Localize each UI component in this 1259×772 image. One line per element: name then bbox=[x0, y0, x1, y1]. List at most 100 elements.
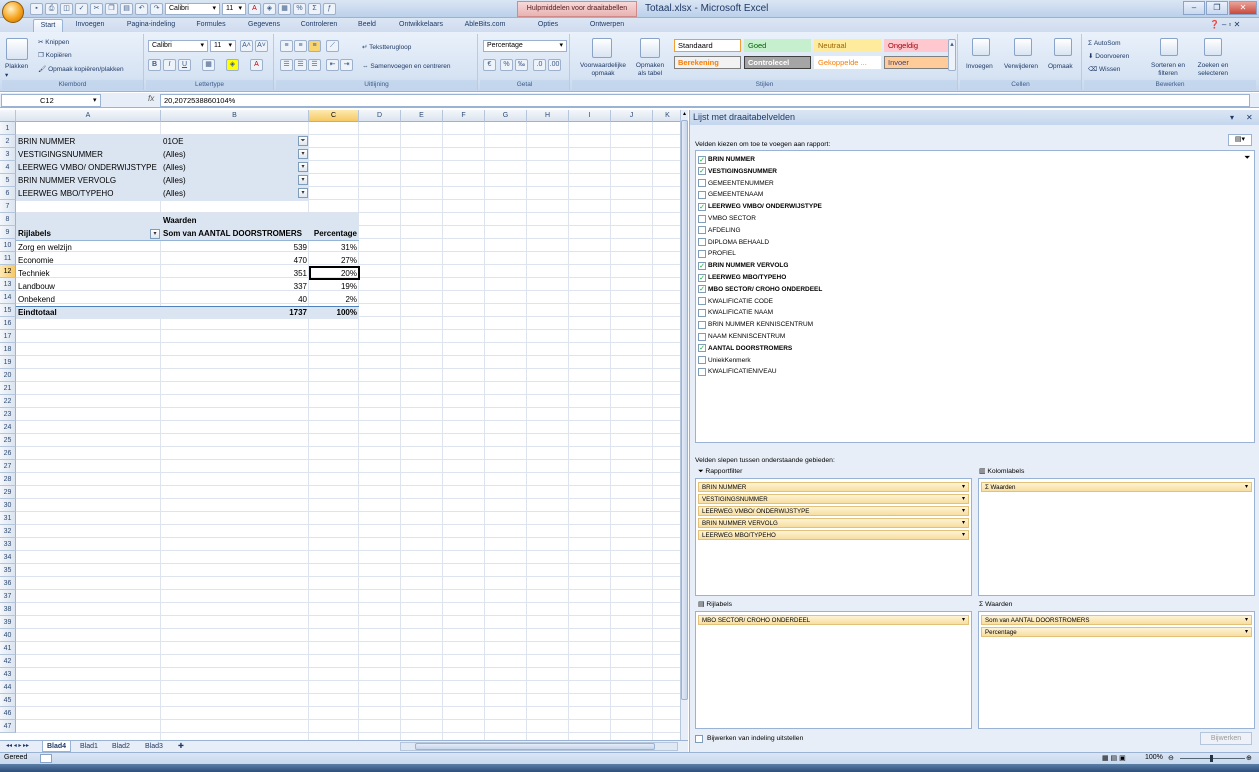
scroll-up-icon[interactable]: ▴ bbox=[681, 110, 688, 118]
row-header[interactable]: 21 bbox=[0, 382, 16, 395]
chevron-down-icon[interactable]: ▾ bbox=[298, 149, 308, 159]
chevron-down-icon[interactable]: ▾ bbox=[962, 519, 965, 528]
panel-menu-icon[interactable]: ▾ bbox=[1230, 113, 1234, 122]
row-header[interactable]: 44 bbox=[0, 681, 16, 694]
cell-style-item[interactable]: Ongeldig bbox=[884, 39, 951, 52]
field-item[interactable]: BRIN NUMMER KENNISCENTRUM bbox=[698, 319, 813, 330]
tab-ontwikkelaars[interactable]: Ontwikkelaars bbox=[392, 19, 450, 32]
field-checkbox[interactable] bbox=[698, 179, 706, 188]
currency-icon[interactable]: € bbox=[483, 59, 496, 71]
paste-icon[interactable] bbox=[6, 38, 28, 60]
align-middle-icon[interactable]: ≡ bbox=[294, 40, 307, 52]
field-checkbox[interactable] bbox=[698, 214, 706, 223]
font-color-icon[interactable]: A bbox=[250, 59, 263, 71]
tab-ablebits[interactable]: AbleBits.com bbox=[459, 19, 511, 32]
field-item[interactable]: ✓ AANTAL DOORSTROMERS bbox=[698, 343, 792, 354]
fill-color-icon[interactable]: ◈ bbox=[263, 3, 276, 15]
field-item[interactable]: KWALIFICATIE NAAM bbox=[698, 307, 773, 318]
field-item[interactable]: GEMEENTENUMMER bbox=[698, 178, 774, 189]
area-field-pill[interactable]: BRIN NUMMER ▾ bbox=[698, 482, 969, 492]
field-checkbox[interactable] bbox=[698, 367, 706, 376]
paste-button[interactable]: Plakken bbox=[5, 62, 28, 71]
tab-start[interactable]: Start bbox=[33, 19, 63, 32]
clear-button[interactable]: ⌫ Wissen bbox=[1088, 65, 1120, 74]
field-item[interactable]: VMBO SECTOR bbox=[698, 213, 756, 224]
cell-style-item[interactable]: Invoer bbox=[884, 56, 951, 69]
column-header[interactable]: D bbox=[359, 110, 401, 122]
underline-icon[interactable]: U bbox=[178, 59, 191, 71]
chevron-down-icon[interactable]: ▾ bbox=[962, 495, 965, 504]
row-header[interactable]: 26 bbox=[0, 447, 16, 460]
number-format-select[interactable]: Percentage ▾ bbox=[483, 40, 567, 52]
area-field-pill[interactable]: Percentage ▾ bbox=[981, 627, 1252, 637]
chevron-down-icon[interactable]: ▾ bbox=[298, 162, 308, 172]
percent-icon[interactable]: % bbox=[500, 59, 513, 71]
row-header[interactable]: 37 bbox=[0, 590, 16, 603]
row-header[interactable]: 18 bbox=[0, 343, 16, 356]
field-item[interactable]: NAAM KENNISCENTRUM bbox=[698, 331, 785, 342]
cell-style-item[interactable]: Standaard bbox=[674, 39, 741, 52]
row-header[interactable]: 39 bbox=[0, 616, 16, 629]
report-filter-area[interactable]: BRIN NUMMER ▾ VESTIGINGSNUMMER ▾ LEERWEG VMB… bbox=[695, 478, 972, 596]
chevron-down-icon[interactable]: ▾ bbox=[298, 188, 308, 198]
minimize-icon[interactable]: – bbox=[1183, 1, 1205, 15]
sheet-nav-icon[interactable]: ◂◂ ◂ ▸ ▸▸ bbox=[2, 741, 33, 752]
redo-icon[interactable]: ↷ bbox=[150, 3, 163, 15]
row-header[interactable]: 12 bbox=[0, 265, 16, 278]
field-checkbox[interactable] bbox=[698, 332, 706, 341]
name-box[interactable]: C12 bbox=[1, 94, 101, 107]
row-header[interactable]: 2 bbox=[0, 135, 16, 148]
increase-indent-icon[interactable]: ⇥ bbox=[340, 59, 353, 71]
field-checkbox[interactable]: ✓ bbox=[698, 155, 706, 164]
sheet-tab-blad3[interactable]: Blad3 bbox=[141, 741, 167, 752]
defer-update-checkbox[interactable] bbox=[695, 735, 703, 743]
field-checkbox[interactable]: ✓ bbox=[698, 285, 706, 294]
worksheet-grid[interactable]: ABCDEFGHIJK 1 2 3 4 5 6 7 8 9 10 11 12 13 14 15 16 17 18 1… bbox=[0, 110, 680, 740]
chevron-down-icon[interactable]: ▾ bbox=[5, 71, 8, 80]
paste-icon[interactable]: ▤ bbox=[120, 3, 133, 15]
sort-filter-icon[interactable] bbox=[1160, 38, 1178, 56]
row-header[interactable]: 38 bbox=[0, 603, 16, 616]
fill-color-icon[interactable]: ◈ bbox=[226, 59, 239, 71]
align-right-icon[interactable]: ☰ bbox=[308, 59, 321, 71]
row-header[interactable]: 10 bbox=[0, 239, 16, 252]
column-header[interactable]: C bbox=[309, 110, 359, 122]
row-header[interactable]: 20 bbox=[0, 369, 16, 382]
undo-icon[interactable]: ↶ bbox=[135, 3, 148, 15]
row-header[interactable]: 28 bbox=[0, 473, 16, 486]
chevron-down-icon[interactable]: ▾ bbox=[1245, 483, 1248, 492]
column-header[interactable]: A bbox=[16, 110, 161, 122]
align-top-icon[interactable]: ≡ bbox=[280, 40, 293, 52]
qat-size-select[interactable]: 11 ▾ bbox=[222, 3, 246, 15]
row-header[interactable]: 25 bbox=[0, 434, 16, 447]
row-header[interactable]: 40 bbox=[0, 629, 16, 642]
sort-filter-button[interactable]: Sorteren en filteren bbox=[1146, 62, 1190, 78]
column-header[interactable]: J bbox=[611, 110, 653, 122]
font-size-select[interactable]: 11 ▾ bbox=[210, 40, 236, 52]
field-item[interactable]: KWALIFICATIENIVEAU bbox=[698, 366, 777, 377]
insert-cells-icon[interactable] bbox=[972, 38, 990, 56]
horizontal-scrollbar[interactable] bbox=[400, 742, 678, 751]
office-button[interactable] bbox=[2, 1, 24, 23]
conditional-format-icon[interactable] bbox=[592, 38, 612, 58]
print-icon[interactable]: ⎙ bbox=[45, 3, 58, 15]
fx-icon[interactable]: fx bbox=[148, 94, 154, 103]
column-header[interactable]: E bbox=[401, 110, 443, 122]
align-left-icon[interactable]: ☰ bbox=[280, 59, 293, 71]
field-item[interactable]: ✓ BRIN NUMMER VERVOLG bbox=[698, 260, 788, 271]
grow-font-icon[interactable]: A˄ bbox=[240, 40, 253, 52]
field-item[interactable]: ✓ MBO SECTOR/ CROHO ONDERDEEL bbox=[698, 284, 822, 295]
active-cell[interactable] bbox=[309, 266, 360, 280]
area-field-pill[interactable]: BRIN NUMMER VERVOLG ▾ bbox=[698, 518, 969, 528]
chevron-down-icon[interactable]: ▾ bbox=[1245, 628, 1248, 637]
area-field-pill[interactable]: MBO SECTOR/ CROHO ONDERDEEL ▾ bbox=[698, 615, 969, 625]
scroll-thumb[interactable] bbox=[681, 120, 688, 700]
row-header[interactable]: 27 bbox=[0, 460, 16, 473]
field-checkbox[interactable] bbox=[698, 226, 706, 235]
tab-controleren[interactable]: Controleren bbox=[294, 19, 344, 32]
format-cells-icon[interactable] bbox=[1054, 38, 1072, 56]
row-header[interactable]: 46 bbox=[0, 707, 16, 720]
row-header[interactable]: 23 bbox=[0, 408, 16, 421]
chevron-down-icon[interactable]: ▾ bbox=[298, 175, 308, 185]
row-header[interactable]: 13 bbox=[0, 278, 16, 291]
